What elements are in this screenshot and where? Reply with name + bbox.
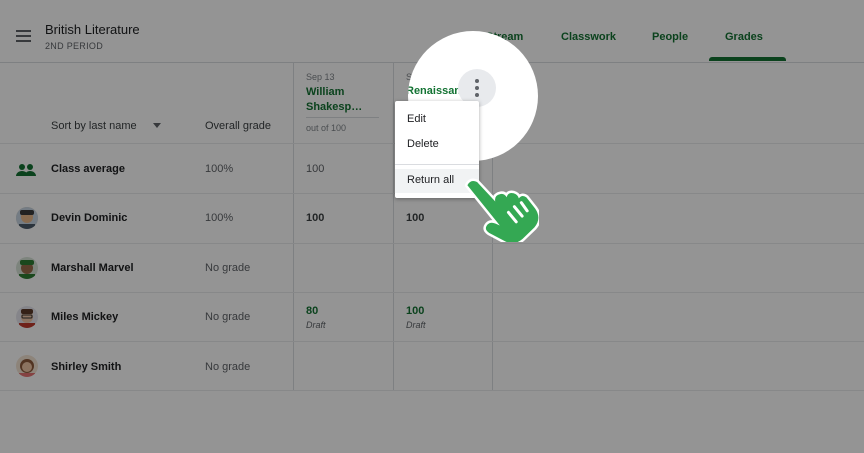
menu-item-return-all[interactable]: Return all	[407, 174, 454, 186]
gradebook-page: British Literature 2ND PERIOD Stream Cla…	[0, 0, 864, 453]
assignment-title[interactable]: Renaissan	[408, 85, 461, 97]
menu-divider	[395, 164, 479, 165]
menu-item-delete[interactable]: Delete	[407, 138, 439, 150]
menu-item-edit[interactable]: Edit	[407, 113, 426, 125]
pointing-hand-icon	[464, 178, 539, 242]
